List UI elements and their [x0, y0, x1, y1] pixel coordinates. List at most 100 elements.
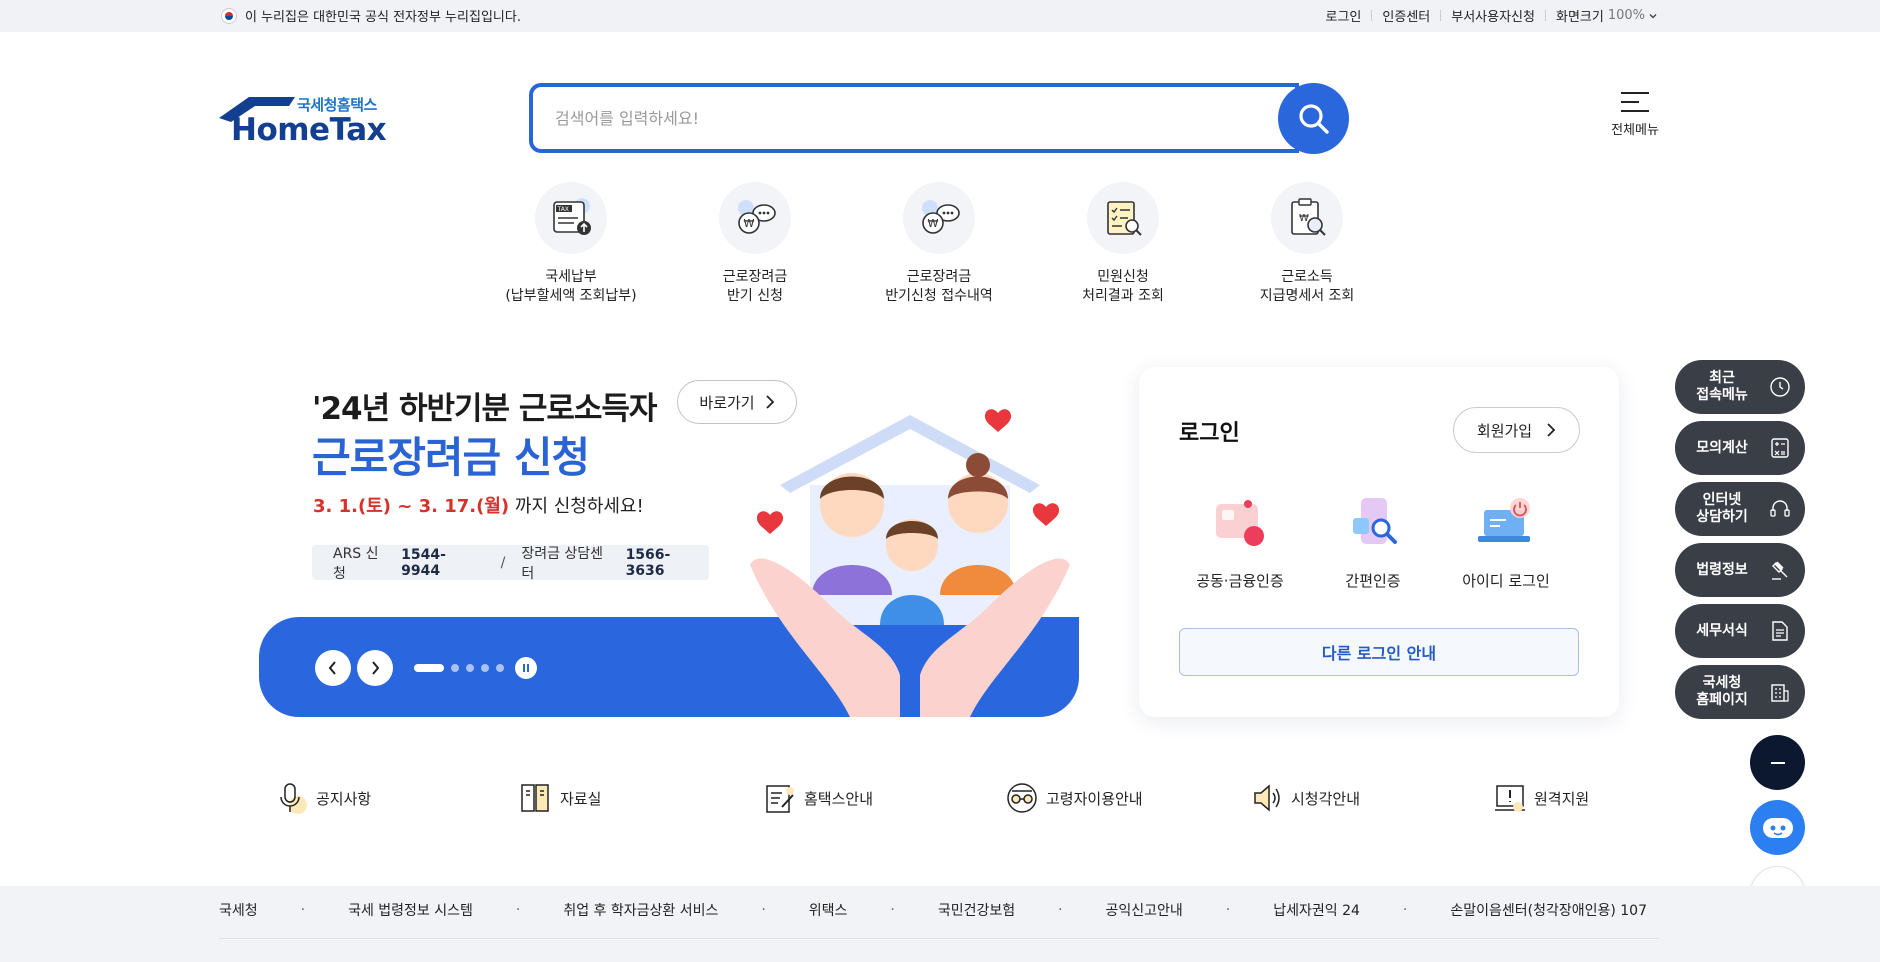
- footer-link[interactable]: 납세자권익 24: [1273, 900, 1360, 920]
- ars-label: ARS 신청: [333, 545, 379, 582]
- side-label-2: 상담하기: [1696, 509, 1748, 525]
- signup-button[interactable]: 회원가입: [1453, 407, 1580, 453]
- divider: [219, 938, 1659, 939]
- footer-link[interactable]: 취업 후 학자금상환 서비스: [563, 900, 718, 920]
- zoom-value: 100%: [1607, 8, 1645, 23]
- phone-search-icon: [1353, 498, 1397, 544]
- laptop-power-icon: [1478, 498, 1530, 542]
- service-senior-guide[interactable]: 고령자이용안내: [1006, 781, 1143, 815]
- document-icon: [1772, 621, 1788, 641]
- guide-edit-icon: [766, 785, 794, 813]
- building-icon: [1771, 684, 1789, 702]
- side-online-consult-button[interactable]: 인터넷 상담하기: [1675, 482, 1805, 536]
- slide-dot[interactable]: [496, 664, 504, 672]
- gavel-icon: [1772, 561, 1788, 580]
- service-label: 공지사항: [316, 789, 372, 808]
- search-button[interactable]: [1278, 83, 1349, 154]
- side-label-1: 인터넷: [1702, 492, 1742, 508]
- divider-dot: ·: [890, 902, 895, 918]
- quick-menu-civil-result[interactable]: 민원신청 처리결과 조회: [1043, 182, 1203, 306]
- footer-link[interactable]: 위택스: [809, 900, 848, 920]
- quick-menu-line1: 근로소득: [1281, 269, 1333, 285]
- quick-menu-line1: 근로장려금: [906, 269, 972, 285]
- footer-link[interactable]: 국민건강보험: [938, 900, 1015, 920]
- divider-dot: ·: [1402, 902, 1408, 918]
- service-hometax-guide[interactable]: 홈택스안내: [764, 781, 873, 815]
- side-tax-forms-button[interactable]: 세무서식: [1675, 604, 1805, 658]
- zoom-control[interactable]: 화면크기 100%: [1546, 6, 1658, 25]
- slide-next-button[interactable]: [357, 650, 393, 686]
- remote-monitor-icon: [1495, 785, 1525, 812]
- service-audiovisual-guide[interactable]: 시청각안내: [1251, 781, 1360, 815]
- service-archive[interactable]: 자료실: [520, 781, 601, 815]
- slide-dot[interactable]: [451, 664, 459, 672]
- glasses-icon: [1007, 783, 1037, 813]
- quick-menu-line2: 반기신청 접수내역: [885, 288, 993, 304]
- footer-links-bar: [0, 886, 1880, 962]
- coin-chat-icon: ₩: [719, 182, 791, 254]
- footer-link[interactable]: 국세청: [219, 900, 258, 920]
- all-menu-button[interactable]: 전체메뉴: [1605, 92, 1665, 138]
- login-link[interactable]: 로그인: [1316, 6, 1372, 25]
- svg-text:₩: ₩: [744, 217, 755, 230]
- family-house-illustration: [750, 409, 1070, 717]
- quick-menu-income-statement[interactable]: ₩ 근로소득 지급명세서 조회: [1227, 182, 1387, 306]
- simple-auth-label: 간편인증: [1345, 572, 1401, 590]
- center-number: 1566-3636: [625, 546, 671, 579]
- chevron-right-icon: [372, 661, 380, 675]
- divider-dot: ·: [761, 902, 766, 918]
- id-login-option[interactable]: 아이디 로그인: [1436, 494, 1576, 591]
- side-mock-calc-button[interactable]: 모의계산: [1675, 421, 1805, 475]
- chevron-left-icon: [328, 661, 336, 675]
- login-card: 로그인 회원가입 공동·금융인증 간편인증 아이디 로그인 다른 로그인 안내: [1139, 367, 1619, 717]
- slide-pause-button[interactable]: [515, 657, 537, 679]
- footer-link[interactable]: 국세 법령정보 시스템: [348, 900, 473, 920]
- minus-icon: [1770, 761, 1785, 764]
- side-nts-homepage-button[interactable]: 국세청 홈페이지: [1675, 665, 1805, 719]
- quick-menu-eitc-apply[interactable]: ₩ 근로장려금 반기 신청: [675, 182, 835, 306]
- chevron-right-icon: [1547, 423, 1556, 437]
- side-label-1: 최근: [1709, 370, 1735, 386]
- login-title: 로그인: [1179, 421, 1240, 446]
- quick-menu-eitc-history[interactable]: ₩ 근로장려금반기신청 접수내역: [859, 182, 1019, 306]
- search-input[interactable]: [555, 103, 1255, 133]
- side-label-2: 홈페이지: [1696, 692, 1748, 708]
- quick-menu-line1: 국세납부: [545, 269, 597, 285]
- slide-indicator: [414, 664, 504, 672]
- slide-dot[interactable]: [481, 664, 489, 672]
- other-login-guide-button[interactable]: 다른 로그인 안내: [1179, 628, 1579, 676]
- side-label-1: 세무서식: [1696, 622, 1748, 639]
- all-menu-label: 전체메뉴: [1611, 123, 1659, 138]
- chatbot-button[interactable]: [1750, 800, 1805, 855]
- certificate-card-icon: [1216, 500, 1264, 546]
- quick-menu-line1: 근로장려금: [722, 269, 788, 285]
- svg-text:TAX: TAX: [557, 206, 569, 213]
- divider-dot: ·: [300, 902, 306, 918]
- side-recent-menu-button[interactable]: 최근 접속메뉴: [1675, 360, 1805, 414]
- cert-center-link[interactable]: 인증센터: [1372, 6, 1440, 25]
- footer-link[interactable]: 손말이음센터(청각장애인용) 107: [1450, 900, 1647, 920]
- quick-menu-tax-payment[interactable]: TAX 국세납부 (납부할세액 조회납부): [491, 182, 651, 306]
- slide-dot[interactable]: [414, 664, 444, 672]
- speaker-icon: [1254, 784, 1280, 812]
- service-remote-support[interactable]: 원격지원: [1494, 781, 1589, 815]
- slide-prev-button[interactable]: [315, 650, 351, 686]
- side-collapse-button[interactable]: [1750, 735, 1805, 790]
- slide-dot[interactable]: [466, 664, 474, 672]
- service-label: 고령자이용안내: [1046, 789, 1143, 808]
- footer-link[interactable]: 공익신고안내: [1106, 900, 1183, 920]
- hometax-logo[interactable]: 국세청홈택스 HomeTax: [219, 92, 387, 148]
- gov-notice-text: 이 누리집은 대한민국 공식 전자정부 누리집입니다.: [245, 10, 521, 25]
- banner-contact-info: ARS 신청 1544-9944 / 장려금 상담센터 1566-3636: [312, 545, 709, 582]
- service-notice[interactable]: 공지사항: [276, 781, 371, 815]
- checklist-search-icon: [1087, 182, 1159, 254]
- simple-auth-option[interactable]: 간편인증: [1303, 494, 1443, 591]
- archive-icon: [521, 784, 549, 812]
- svg-text:₩: ₩: [928, 217, 939, 230]
- service-label: 자료실: [560, 789, 602, 808]
- side-law-info-button[interactable]: 법령정보: [1675, 543, 1805, 597]
- coin-chat-icon: ₩: [903, 182, 975, 254]
- divider: /: [500, 554, 506, 571]
- dept-user-link[interactable]: 부서사용자신청: [1441, 6, 1545, 25]
- cert-login-option[interactable]: 공동·금융인증: [1170, 494, 1310, 591]
